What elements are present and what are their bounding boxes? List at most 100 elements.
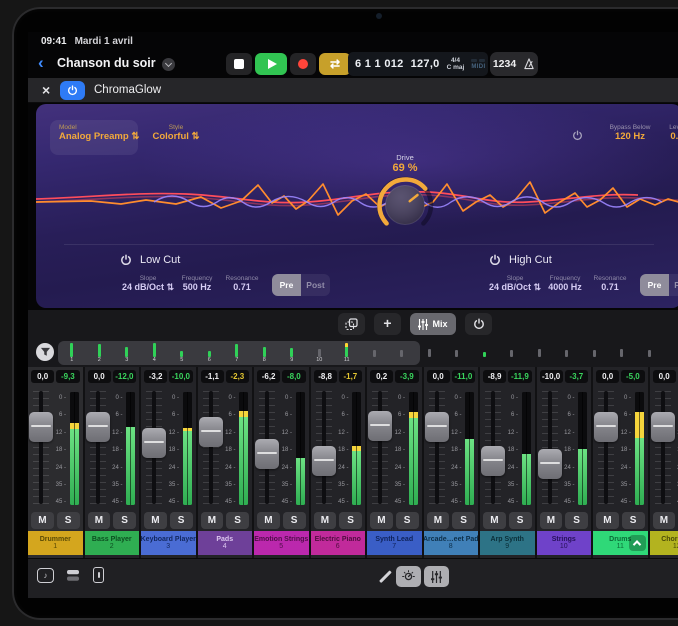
mixer-power-button[interactable] [465,313,492,335]
volume-value[interactable]: 0,0 [427,370,450,383]
overview-track[interactable] [471,341,499,365]
peak-value[interactable]: -3,9 [395,370,418,383]
mute-button[interactable]: M [144,512,167,529]
volume-value[interactable]: -1,1 [201,370,224,383]
high-cut-resonance[interactable]: Resonance 0.71 [588,275,632,292]
low-cut-slope[interactable]: Slope 24 dB/Oct ⇅ [120,275,176,293]
volume-value[interactable]: -10,0 [540,370,563,383]
track-label[interactable]: Emotion Strings 5 [254,531,309,555]
track-label[interactable]: Arp Synth 9 [480,531,535,555]
mute-button[interactable]: M [31,512,54,529]
solo-button[interactable]: S [339,512,362,529]
record-button[interactable] [290,53,316,75]
mute-button[interactable]: M [88,512,111,529]
stacked-items-icon[interactable] [66,569,81,582]
high-cut-slope[interactable]: Slope 24 dB/Oct ⇅ [487,275,543,293]
controls-view-button[interactable] [396,566,421,587]
low-cut-pre-button[interactable]: Pre [272,274,301,296]
pencil-edit-icon[interactable] [379,570,391,582]
solo-button[interactable]: S [622,512,645,529]
low-cut-frequency[interactable]: Frequency 500 Hz [172,275,222,292]
mixer-view-button[interactable] [424,566,449,587]
solo-button[interactable]: S [226,512,249,529]
overview-track[interactable]: 10 [306,341,334,365]
volume-value[interactable]: 0,0 [653,370,676,383]
solo-button[interactable]: S [565,512,588,529]
mute-button[interactable]: M [427,512,450,529]
plug-connector-icon[interactable] [93,567,104,583]
track-label[interactable]: Drummer 1 [28,531,83,555]
track-label[interactable]: Bass Player 2 [85,531,140,555]
cycle-button[interactable]: ⇄ [319,53,351,75]
mute-button[interactable]: M [370,512,393,529]
mute-button[interactable]: M [314,512,337,529]
overview-track[interactable]: 9 [278,341,306,365]
overview-track[interactable]: 1 [58,341,86,365]
low-cut-power-icon[interactable] [120,254,132,266]
track-label[interactable]: Synth Lead 7 [367,531,422,555]
mute-button[interactable]: M [201,512,224,529]
mute-button[interactable]: M [596,512,619,529]
solo-button[interactable]: S [452,512,475,529]
song-title[interactable]: Chanson du soir [57,56,156,70]
song-menu-button[interactable] [162,58,175,71]
drive-knob[interactable] [375,175,435,235]
loop-browser-icon[interactable]: ♪ [37,568,54,583]
volume-value[interactable]: -3,2 [144,370,167,383]
solo-button[interactable]: S [283,512,306,529]
low-cut-resonance[interactable]: Resonance 0.71 [220,275,264,292]
lcd-display[interactable]: 6 1 1 012 127,0 4/4 C maj MIDI [348,52,488,76]
high-cut-post-button[interactable]: Post [669,274,678,296]
volume-value[interactable]: 0,0 [596,370,619,383]
play-button[interactable] [255,53,287,75]
count-in-button[interactable]: 1234 [493,58,516,70]
overview-track[interactable]: 2 [86,341,114,365]
overview-track[interactable]: 11 [333,341,361,365]
mute-button[interactable]: M [653,512,676,529]
mix-mode-button[interactable]: Mix [410,313,456,335]
peak-value[interactable]: -1,7 [339,370,362,383]
collapse-chevron-button[interactable] [629,535,646,551]
overview-track[interactable] [416,341,444,365]
peak-value[interactable]: -11,0 [452,370,475,383]
peak-value[interactable]: -3,7 [565,370,588,383]
peak-value[interactable]: -10,0 [169,370,192,383]
stop-button[interactable] [226,53,252,75]
high-cut-frequency[interactable]: Frequency 4000 Hz [540,275,590,292]
track-label[interactable]: Strings 10 [537,531,592,555]
level-control[interactable]: Level 0.0 [648,124,678,142]
close-plugin-icon[interactable]: × [42,82,50,98]
overview-track[interactable]: 8 [251,341,279,365]
mixer-overview[interactable]: 1 2 3 4 5 6 7 [58,341,663,365]
overview-track[interactable] [526,341,554,365]
solo-button[interactable]: S [113,512,136,529]
peak-value[interactable]: -8,0 [282,370,305,383]
mute-button[interactable]: M [540,512,563,529]
peak-value[interactable]: -5,0 [621,370,644,383]
channel-strip-components-button[interactable] [338,313,365,335]
overview-track[interactable] [553,341,581,365]
volume-value[interactable]: 0,0 [31,370,54,383]
track-filter-button[interactable] [36,343,54,361]
low-cut-post-button[interactable]: Post [301,274,330,296]
volume-value[interactable]: -8,8 [314,370,337,383]
overview-track[interactable]: 6 [196,341,224,365]
overview-track[interactable] [581,341,609,365]
overview-track[interactable]: 7 [223,341,251,365]
volume-value[interactable]: 0,0 [88,370,111,383]
overview-track[interactable]: 5 [168,341,196,365]
overview-track[interactable] [443,341,471,365]
solo-button[interactable]: S [57,512,80,529]
bypass-power-icon[interactable] [572,130,583,141]
back-chevron-icon[interactable]: ‹ [38,52,44,74]
overview-track[interactable]: 4 [141,341,169,365]
solo-button[interactable]: S [509,512,532,529]
track-label[interactable]: Pads 4 [198,531,253,555]
high-cut-pre-button[interactable]: Pre [640,274,669,296]
track-label[interactable]: Electric Piano 6 [311,531,366,555]
peak-value[interactable]: -9,3 [56,370,79,383]
overview-track[interactable] [361,341,389,365]
peak-value[interactable]: -2,3 [226,370,249,383]
volume-value[interactable]: 0,2 [370,370,393,383]
overview-track[interactable] [498,341,526,365]
